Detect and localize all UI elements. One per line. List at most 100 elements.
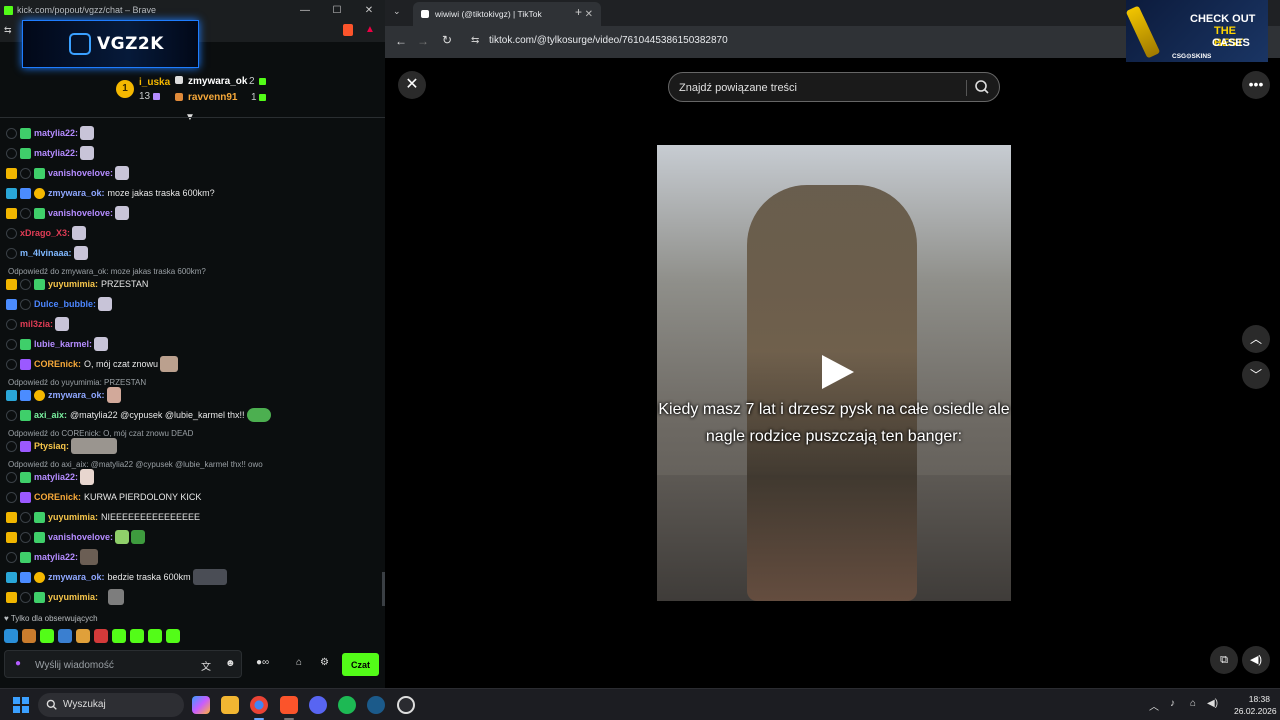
- followers-only-text: Tylko dla obserwujących: [10, 614, 98, 623]
- emote-icon[interactable]: [148, 629, 162, 643]
- maximize-icon[interactable]: ☐: [321, 5, 353, 16]
- close-tab-icon[interactable]: ✕: [585, 9, 593, 20]
- previous-video-button[interactable]: ︿: [1242, 325, 1270, 353]
- settings-toggle-icon[interactable]: ⇆: [4, 25, 12, 36]
- emote-icon[interactable]: [40, 629, 54, 643]
- tray-expand-icon[interactable]: ︿: [1149, 698, 1159, 713]
- leader-third-name[interactable]: ravvenn91: [188, 92, 237, 103]
- new-tab-icon[interactable]: +: [575, 5, 582, 19]
- chat-message: vanishovelove:: [6, 164, 130, 182]
- microphone-icon[interactable]: ●: [15, 658, 21, 669]
- emote-icon: [108, 589, 125, 605]
- emote-icon: [98, 297, 113, 311]
- chat-username[interactable]: m_4lvinaaa:: [20, 248, 72, 258]
- chat-username[interactable]: zmywara_ok:: [48, 572, 105, 582]
- taskbar-search[interactable]: Wyszukaj: [38, 693, 184, 717]
- chat-username[interactable]: mil3zia:: [20, 319, 53, 329]
- chat-username[interactable]: zmywara_ok:: [48, 390, 105, 400]
- badge-icon: [20, 167, 31, 179]
- leader-second-name[interactable]: zmywara_ok: [188, 76, 247, 87]
- gift-icon: [153, 93, 160, 100]
- chat-username[interactable]: matylia22:: [34, 552, 78, 562]
- tray-clock[interactable]: 18:38 26.02.2026: [1234, 693, 1277, 717]
- chat-username[interactable]: Ptysiaq:: [34, 441, 69, 451]
- volume-icon[interactable]: ◀): [1242, 646, 1270, 674]
- chat-message-input[interactable]: [35, 657, 195, 673]
- search-icon[interactable]: [974, 79, 990, 95]
- close-icon[interactable]: ✕: [353, 5, 385, 16]
- emote-icon[interactable]: [76, 629, 90, 643]
- url-field[interactable]: tiktok.com/@tylkosurge/video/76104453861…: [489, 35, 728, 46]
- tab-tiktok[interactable]: wiwiwi (@tiktokivgz) | TikTok ✕: [413, 2, 601, 26]
- chat-username[interactable]: vanishovelove:: [48, 208, 113, 218]
- chat-username[interactable]: xDrago_X3:: [20, 228, 70, 238]
- leader-first-name[interactable]: i_uska: [139, 77, 170, 88]
- chat-username[interactable]: matylia22:: [34, 128, 78, 138]
- chat-username[interactable]: zmywara_ok:: [48, 188, 105, 198]
- chat-username[interactable]: axi_aix:: [34, 410, 67, 420]
- chat-username[interactable]: vanishovelove:: [48, 532, 113, 542]
- spotify-icon[interactable]: [338, 696, 356, 714]
- more-options-button[interactable]: •••: [1242, 71, 1270, 99]
- badge-icon: [6, 491, 17, 503]
- picture-in-picture-icon[interactable]: ⧉: [1210, 646, 1238, 674]
- brave-icon[interactable]: [280, 696, 298, 714]
- chat-username[interactable]: yuyumimia:: [48, 592, 98, 602]
- chat-username[interactable]: lubie_karmel:: [34, 339, 92, 349]
- chat-username[interactable]: COREnick:: [34, 359, 81, 369]
- emote-icon[interactable]: [94, 629, 108, 643]
- emote-icon[interactable]: [130, 629, 144, 643]
- brave-shields-icon[interactable]: [343, 24, 353, 36]
- translate-icon[interactable]: 文: [201, 658, 211, 673]
- emoji-icon[interactable]: ☻: [225, 658, 236, 669]
- close-video-button[interactable]: ✕: [398, 71, 426, 99]
- chat-username[interactable]: matylia22:: [34, 148, 78, 158]
- windows-start-icon[interactable]: [13, 697, 29, 713]
- ad-brand: CSG⊙SKINS: [1172, 53, 1212, 60]
- back-icon[interactable]: ←: [395, 34, 407, 48]
- microphone-icon[interactable]: ♪: [1170, 698, 1175, 709]
- crown-badge-icon: [6, 278, 17, 290]
- csg-skins-ad[interactable]: CHECK OUT THE BEST CASES CSG⊙SKINS: [1125, 0, 1268, 62]
- send-chat-button[interactable]: Czat: [342, 653, 379, 676]
- copilot-icon[interactable]: [192, 696, 210, 714]
- chat-text: bedzie traska 600km: [107, 572, 191, 582]
- store-icon[interactable]: ⌂: [296, 657, 302, 668]
- gear-icon[interactable]: ⚙: [320, 657, 329, 668]
- network-icon[interactable]: ⌂: [1190, 698, 1196, 709]
- reload-icon[interactable]: ↻: [442, 33, 452, 47]
- file-explorer-icon[interactable]: [221, 696, 239, 714]
- emote-icon: [192, 569, 227, 585]
- related-search-input[interactable]: [679, 79, 959, 97]
- minimize-icon[interactable]: —: [289, 5, 321, 16]
- speaker-icon[interactable]: ◀): [1207, 698, 1218, 709]
- emote-icon[interactable]: [166, 629, 180, 643]
- brave-rewards-icon[interactable]: ▲: [365, 24, 375, 35]
- emote-icon[interactable]: [22, 629, 36, 643]
- discord-icon[interactable]: [309, 696, 327, 714]
- taskbar-search-label: Wyszukaj: [63, 699, 106, 710]
- emote-icon[interactable]: [112, 629, 126, 643]
- site-info-icon[interactable]: ⇆: [471, 35, 479, 46]
- emote-icon[interactable]: [4, 629, 18, 643]
- forward-icon[interactable]: →: [417, 34, 429, 48]
- obs-icon[interactable]: [397, 696, 415, 714]
- kick-logo-icon: [4, 5, 13, 15]
- gift-sub-icon[interactable]: ●∞: [256, 657, 269, 668]
- chat-username[interactable]: vanishovelove:: [48, 168, 113, 178]
- gift-badge-icon: [20, 358, 31, 370]
- chat-window: kick.com/popout/vgzz/chat – Brave — ☐ ✕ …: [0, 0, 385, 688]
- next-video-button[interactable]: ﹀: [1242, 361, 1270, 389]
- chat-username[interactable]: yuyumimia:: [48, 512, 98, 522]
- emote-icon[interactable]: [58, 629, 72, 643]
- chat-username[interactable]: Dulce_bubble:: [34, 299, 96, 309]
- chrome-icon[interactable]: [250, 696, 268, 714]
- steam-icon[interactable]: [367, 696, 385, 714]
- chat-username[interactable]: matylia22:: [34, 472, 78, 482]
- play-icon[interactable]: [818, 353, 856, 391]
- chat-username[interactable]: yuyumimia:: [48, 279, 98, 289]
- chat-username[interactable]: COREnick:: [34, 492, 81, 502]
- tab-list-icon[interactable]: ⌄: [393, 6, 401, 17]
- emote-icon: [55, 317, 70, 331]
- badge-icon: [6, 440, 17, 452]
